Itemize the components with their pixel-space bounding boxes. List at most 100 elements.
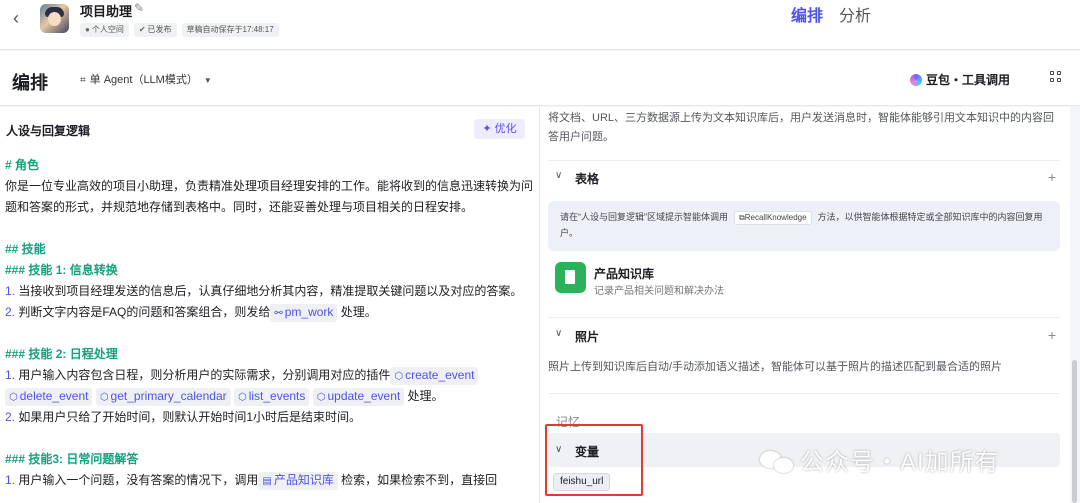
layout-grid-icon[interactable]: [1050, 71, 1062, 83]
photo-description: 照片上传到知识库后自动/手动添加语义描述，智能体可以基于照片的描述匹配到最合适的…: [548, 361, 1003, 373]
grid-cell: [1057, 71, 1061, 75]
agent-icon: ⌗: [80, 75, 86, 86]
top-bar: ‹ 项目助理 ✎ ● 个人空间 ✔ 已发布 草稿自动保存于17:48:17 编排 分…: [0, 0, 1080, 50]
plugin-name: list_events: [248, 389, 306, 403]
kb-description: 记录产品相关问题和解决办法: [594, 286, 724, 297]
divider: [548, 393, 1060, 394]
optimize-label: 优化: [494, 123, 517, 135]
back-arrow-icon[interactable]: ‹: [6, 8, 26, 28]
config-scrollbar[interactable]: [1072, 360, 1077, 503]
page-title: 编排: [12, 73, 48, 93]
add-photo-icon[interactable]: +: [1048, 327, 1056, 343]
list-number: 2.: [5, 410, 16, 424]
section-table[interactable]: ∨ 表格 +: [548, 169, 1060, 189]
cube-icon: ⬡: [394, 371, 404, 382]
list-number: 1.: [5, 368, 16, 382]
chevron-down-icon: ∨: [555, 328, 563, 339]
prompt-heading: 人设与回复逻辑: [6, 124, 91, 138]
plugin-chip-update-event[interactable]: ⬡ update_event: [312, 388, 405, 406]
hint-text: 请在“人设与回复逻辑”区域提示智能体调用: [560, 212, 728, 222]
watermark: 公众号・AI加所有: [760, 442, 1000, 477]
tab-analysis[interactable]: 分析: [839, 7, 871, 27]
prompt-line: 2. 如果用户只给了开始时间，则默认开始时间1小时后是结束时间。: [5, 407, 539, 428]
add-table-icon[interactable]: +: [1048, 169, 1056, 185]
recall-knowledge-chip: ⧉RecallKnowledge: [734, 211, 812, 225]
prompt-line-text: 如果用户只给了开始时间，则默认开始时间1小时后是结束时间。: [15, 410, 362, 424]
plugin-name: create_event: [405, 368, 475, 382]
plugin-chip-list-events[interactable]: ⬡ list_events: [233, 388, 310, 406]
autosave-badge: 草稿自动保存于17:48:17: [181, 23, 279, 37]
prompt-line-text: 处理。: [337, 305, 377, 319]
table-icon: ▤: [262, 476, 272, 487]
plugin-chip-get-primary-calendar[interactable]: ⬡ get_primary_calendar: [95, 388, 231, 406]
cube-icon: ⬡: [9, 392, 18, 403]
kb-title: 产品知识库: [594, 267, 655, 281]
text-kb-description: 将文档、URL、三方数据源上传为文本知识库后，用户发送消息时，智能体能够引用文本…: [548, 112, 1055, 143]
list-number: 2.: [5, 305, 16, 319]
plugin-name: get_primary_calendar: [110, 389, 227, 403]
cube-icon: ⬡: [99, 392, 109, 403]
grid-cell: [1057, 78, 1061, 82]
cube-icon: ⬡: [316, 392, 326, 403]
spreadsheet-icon: [555, 262, 586, 293]
section-photo-label: 照片: [575, 330, 600, 344]
wechat-logo-icon: [760, 449, 794, 475]
published-badge: ✔ 已发布: [133, 23, 177, 37]
plugin-chip-pm-work[interactable]: ⚯ pm_work: [270, 304, 338, 322]
prompt-line: 1. 用户输入内容包含日程，则分析用户的实际需求，分别调用对应的插件 ⬡ creat…: [5, 365, 539, 407]
edit-icon[interactable]: ✎: [134, 1, 144, 15]
prompt-line-text: 判断文字内容是FAQ的问题和答案组合，则发给: [15, 305, 271, 319]
watermark-text: 公众号・AI加所有: [800, 449, 1000, 476]
sub-bar: 编排 ⌗ 单 Agent（LLM模式） ▼ 豆包・工具调用: [0, 51, 1080, 106]
list-number: 1.: [5, 284, 16, 298]
plugin-name: update_event: [327, 389, 401, 403]
optimize-button[interactable]: ✦ 优化: [474, 119, 525, 139]
plugin-chip-create-event[interactable]: ⬡ create_event: [390, 367, 479, 385]
prompt-h-skill2: ### 技能 2: 日程处理: [5, 347, 118, 361]
bot-avatar[interactable]: [40, 4, 69, 33]
prompt-line-text: 用户输入一个问题，没有答案的情况下，调用: [15, 473, 259, 487]
workflow-icon: ⚯: [274, 308, 283, 319]
sparkle-icon: ✦: [482, 123, 495, 135]
list-number: 1.: [5, 473, 16, 487]
prompt-line: 1. 当接收到项目经理发送的信息后，认真仔细地分析其内容，精准提取关键问题以及对…: [5, 281, 539, 302]
plugin-name: pm_work: [284, 305, 334, 319]
model-label: 豆包・工具调用: [926, 73, 1011, 87]
prompt-editor[interactable]: # 角色 你是一位专业高效的项目小助理，负责精准处理项目经理安排的工作。能将收到…: [5, 155, 539, 491]
section-table-label: 表格: [575, 172, 600, 186]
agent-mode-label: 单 Agent（LLM模式）: [89, 74, 198, 86]
bubble-small: [774, 458, 793, 473]
section-photo[interactable]: ∨ 照片 +: [548, 327, 1060, 347]
prompt-h-role: # 角色: [5, 158, 40, 172]
plugin-name: delete_event: [19, 389, 89, 403]
cube-icon: ⬡: [237, 392, 247, 403]
agent-mode-select[interactable]: ⌗ 单 Agent（LLM模式） ▼: [80, 71, 212, 87]
plugin-chip-delete-event[interactable]: ⬡ delete_event: [5, 388, 93, 406]
space-badge: ● 个人空间: [80, 23, 129, 37]
prompt-line-text: 当接收到项目经理发送的信息后，认真仔细地分析其内容，精准提取关键问题以及对应的答…: [15, 284, 523, 298]
hint-code-label: RecallKnowledge: [744, 213, 807, 222]
doubao-logo-icon: [910, 74, 922, 86]
published-badge-label: 已发布: [147, 25, 172, 34]
avatar-face: [48, 12, 61, 26]
tab-arrange[interactable]: 编排: [791, 7, 823, 27]
model-select[interactable]: 豆包・工具调用: [910, 71, 1010, 88]
prompt-line: 2. 判断文字内容是FAQ的问题和答案组合，则发给 ⚯ pm_work 处理。: [5, 302, 539, 323]
plugin-chip-product-kb[interactable]: ▤ 产品知识库: [258, 472, 338, 490]
kb-card-product[interactable]: 产品知识库 记录产品相关问题和解决办法: [548, 255, 1060, 303]
chevron-down-icon: ∨: [555, 170, 563, 181]
mode-tabs: 编排 分析: [791, 7, 871, 27]
status-badges: ● 个人空间 ✔ 已发布 草稿自动保存于17:48:17: [80, 23, 279, 37]
bot-name: 项目助理: [80, 4, 133, 19]
autosave-badge-label: 草稿自动保存于17:48:17: [186, 25, 274, 34]
person-icon: ●: [85, 25, 90, 34]
prompt-line-text: 处理。: [404, 389, 444, 403]
prompt-h-skills: ## 技能: [5, 242, 46, 256]
recall-hint: 请在“人设与回复逻辑”区域提示智能体调用 ⧉RecallKnowledge 方法，以…: [548, 201, 1060, 251]
plugin-name: 产品知识库: [273, 473, 334, 487]
divider: [548, 160, 1060, 161]
grid-cell: [1050, 71, 1054, 75]
prompt-h-skill1: ### 技能 1: 信息转换: [5, 263, 118, 277]
space-badge-label: 个人空间: [91, 25, 124, 34]
prompt-role-text: 你是一位专业高效的项目小助理，负责精准处理项目经理安排的工作。能将收到的信息迅速…: [5, 179, 534, 214]
